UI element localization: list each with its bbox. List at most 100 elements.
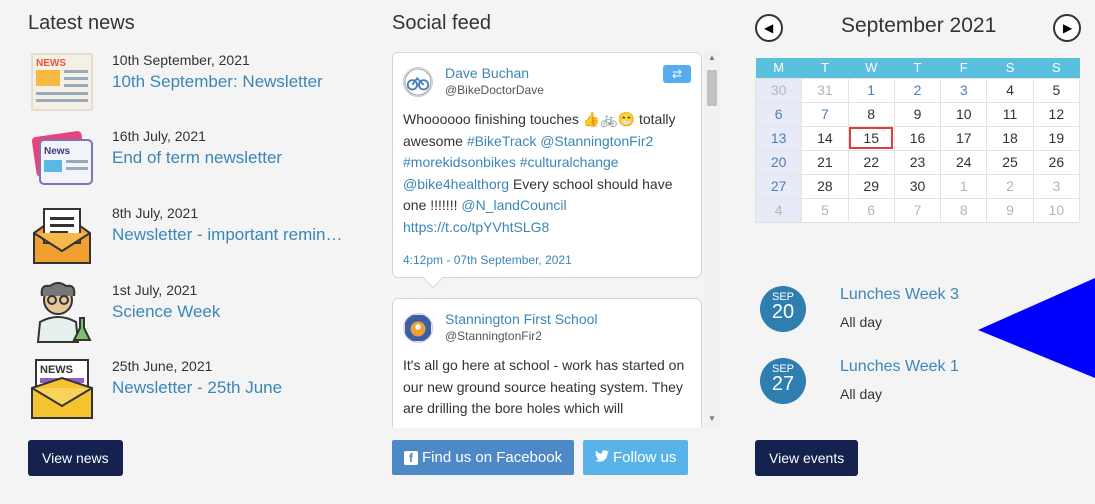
calendar-day[interactable]: 30: [754, 77, 803, 103]
calendar-day[interactable]: 12: [1032, 101, 1081, 127]
event-title-link[interactable]: Lunches Week 1: [840, 358, 959, 376]
calendar-day[interactable]: 8: [847, 101, 895, 127]
calendar-day[interactable]: 13: [754, 125, 803, 151]
hashtag-link[interactable]: #culturalchange: [520, 154, 619, 170]
news-date: 8th July, 2021: [112, 205, 199, 221]
news-item[interactable]: 8th July, 2021 Newsletter - important re…: [28, 205, 358, 275]
news-envelope-icon: NEWS: [31, 359, 93, 419]
twitter-follow-button[interactable]: Follow us: [583, 440, 689, 475]
news-tablet-icon: News: [31, 131, 93, 185]
hashtag-link[interactable]: #morekidsonbikes: [403, 154, 516, 170]
feed-scrollbar[interactable]: ▲ ▼: [704, 50, 720, 428]
calendar-day[interactable]: 4: [986, 77, 1034, 103]
calendar-day[interactable]: 30: [893, 173, 942, 199]
scroll-up-icon[interactable]: ▲: [708, 53, 716, 62]
calendar-day[interactable]: 21: [801, 149, 849, 175]
calendar-day[interactable]: 10: [1032, 197, 1081, 223]
calendar-day[interactable]: 24: [940, 149, 988, 175]
chevron-right-icon: ▶: [1063, 21, 1073, 35]
news-date: 10th September, 2021: [112, 52, 250, 68]
calendar-day[interactable]: 9: [893, 101, 942, 127]
calendar-day[interactable]: 4: [754, 197, 803, 223]
news-thumb-badge: NEWS: [40, 364, 73, 376]
mention-link[interactable]: @bike4healthorg: [403, 176, 509, 192]
news-date: 1st July, 2021: [112, 282, 198, 298]
next-month-button[interactable]: ▶: [1053, 14, 1081, 42]
calendar-week-row: 30 31 1 2 3 4 5: [754, 77, 1081, 103]
calendar-day[interactable]: 2: [893, 77, 942, 103]
news-thumb-badge: News: [44, 146, 71, 157]
calendar-day[interactable]: 9: [986, 197, 1034, 223]
news-item[interactable]: 1st July, 2021 Science Week: [28, 282, 358, 352]
post-timestamp[interactable]: 4:12pm - 07th September, 2021: [403, 253, 572, 267]
news-title-link[interactable]: 10th September: Newsletter: [112, 72, 356, 92]
calendar-weekday-row: MTWTFSS: [755, 58, 1080, 78]
news-title-link[interactable]: Newsletter - 25th June: [112, 378, 356, 398]
calendar-day[interactable]: 17: [940, 125, 988, 151]
calendar-day[interactable]: 27: [754, 173, 803, 199]
event-time: All day: [840, 314, 883, 330]
news-title-link[interactable]: Newsletter - important remin…: [112, 225, 356, 245]
twitter-icon: [595, 450, 609, 462]
calendar-day[interactable]: 25: [986, 149, 1034, 175]
calendar-day[interactable]: 5: [801, 197, 849, 223]
view-news-button[interactable]: View news: [28, 440, 123, 476]
post-author-name[interactable]: Dave Buchan: [445, 65, 529, 81]
calendar-grid: MTWTFSS 30 31 1 2 3 4 5 6 7 8 9 10 11 12 13 14 15 16 17 18 1…: [754, 58, 1081, 223]
scrollbar-thumb[interactable]: [707, 70, 717, 106]
calendar-day[interactable]: 10: [940, 101, 988, 127]
calendar-day[interactable]: 28: [801, 173, 849, 199]
calendar-day[interactable]: 16: [893, 125, 942, 151]
retweet-icon[interactable]: ⇄: [663, 65, 691, 83]
twitter-button-label: Follow us: [613, 449, 677, 466]
calendar-day[interactable]: 15: [847, 125, 895, 151]
calendar-day[interactable]: 14: [801, 125, 849, 151]
weekday-header: T: [801, 58, 849, 78]
calendar-day[interactable]: 26: [1032, 149, 1081, 175]
weekday-header: W: [848, 58, 895, 78]
calendar-day[interactable]: 1: [847, 77, 895, 103]
facebook-button[interactable]: f Find us on Facebook: [392, 440, 575, 475]
event-title-link[interactable]: Lunches Week 3: [840, 286, 959, 304]
news-item[interactable]: NEWS 10th September, 2021 10th September…: [28, 52, 358, 122]
calendar-day[interactable]: 3: [940, 77, 988, 103]
calendar-day[interactable]: 23: [893, 149, 942, 175]
calendar-day[interactable]: 20: [754, 149, 803, 175]
news-title-link[interactable]: End of term newsletter: [112, 148, 356, 168]
social-feed-scroll-area[interactable]: Dave Buchan @BikeDoctorDave ⇄ Whoooooo f…: [392, 50, 722, 428]
calendar-day[interactable]: 7: [801, 101, 849, 127]
post-author-name[interactable]: Stannington First School: [445, 311, 598, 327]
prev-month-button[interactable]: ◀: [755, 14, 783, 42]
calendar-week-row: 27 28 29 30 1 2 3: [754, 173, 1081, 199]
calendar-day[interactable]: 2: [986, 173, 1034, 199]
calendar-day[interactable]: 19: [1032, 125, 1081, 151]
news-title-link[interactable]: Science Week: [112, 302, 356, 322]
calendar-week-row: 13 14 15 16 17 18 19: [754, 125, 1081, 151]
calendar-day[interactable]: 7: [893, 197, 942, 223]
mention-link[interactable]: @N_landCouncil: [461, 197, 566, 213]
calendar-week-row: 4 5 6 7 8 9 10: [754, 197, 1081, 223]
calendar-week-row: 20 21 22 23 24 25 26: [754, 149, 1081, 175]
scroll-down-icon[interactable]: ▼: [708, 414, 716, 423]
calendar-day[interactable]: 3: [1032, 173, 1081, 199]
calendar-day[interactable]: 31: [801, 77, 849, 103]
calendar-day[interactable]: 6: [847, 197, 895, 223]
calendar-day[interactable]: 5: [1032, 77, 1081, 103]
weekday-header: T: [894, 58, 941, 78]
calendar-day[interactable]: 29: [847, 173, 895, 199]
avatar: [403, 67, 433, 97]
url-link[interactable]: https://t.co/tpYVhtSLG8: [403, 219, 549, 235]
view-events-button[interactable]: View events: [755, 440, 859, 476]
mention-link[interactable]: @StanningtonFir2: [540, 133, 653, 149]
news-item[interactable]: News 16th July, 2021 End of term newslet…: [28, 128, 358, 198]
calendar-day[interactable]: 22: [847, 149, 895, 175]
calendar-day[interactable]: 6: [754, 101, 803, 127]
pointer-arrow-icon: [978, 278, 1095, 378]
news-item[interactable]: NEWS 25th June, 2021 Newsletter - 25th J…: [28, 358, 358, 428]
calendar-day[interactable]: 18: [986, 125, 1034, 151]
calendar-day[interactable]: 11: [986, 101, 1034, 127]
hashtag-link[interactable]: #BikeTrack: [467, 133, 537, 149]
calendar-day[interactable]: 8: [940, 197, 988, 223]
post-author-handle: @StanningtonFir2: [445, 329, 542, 343]
calendar-day[interactable]: 1: [940, 173, 988, 199]
